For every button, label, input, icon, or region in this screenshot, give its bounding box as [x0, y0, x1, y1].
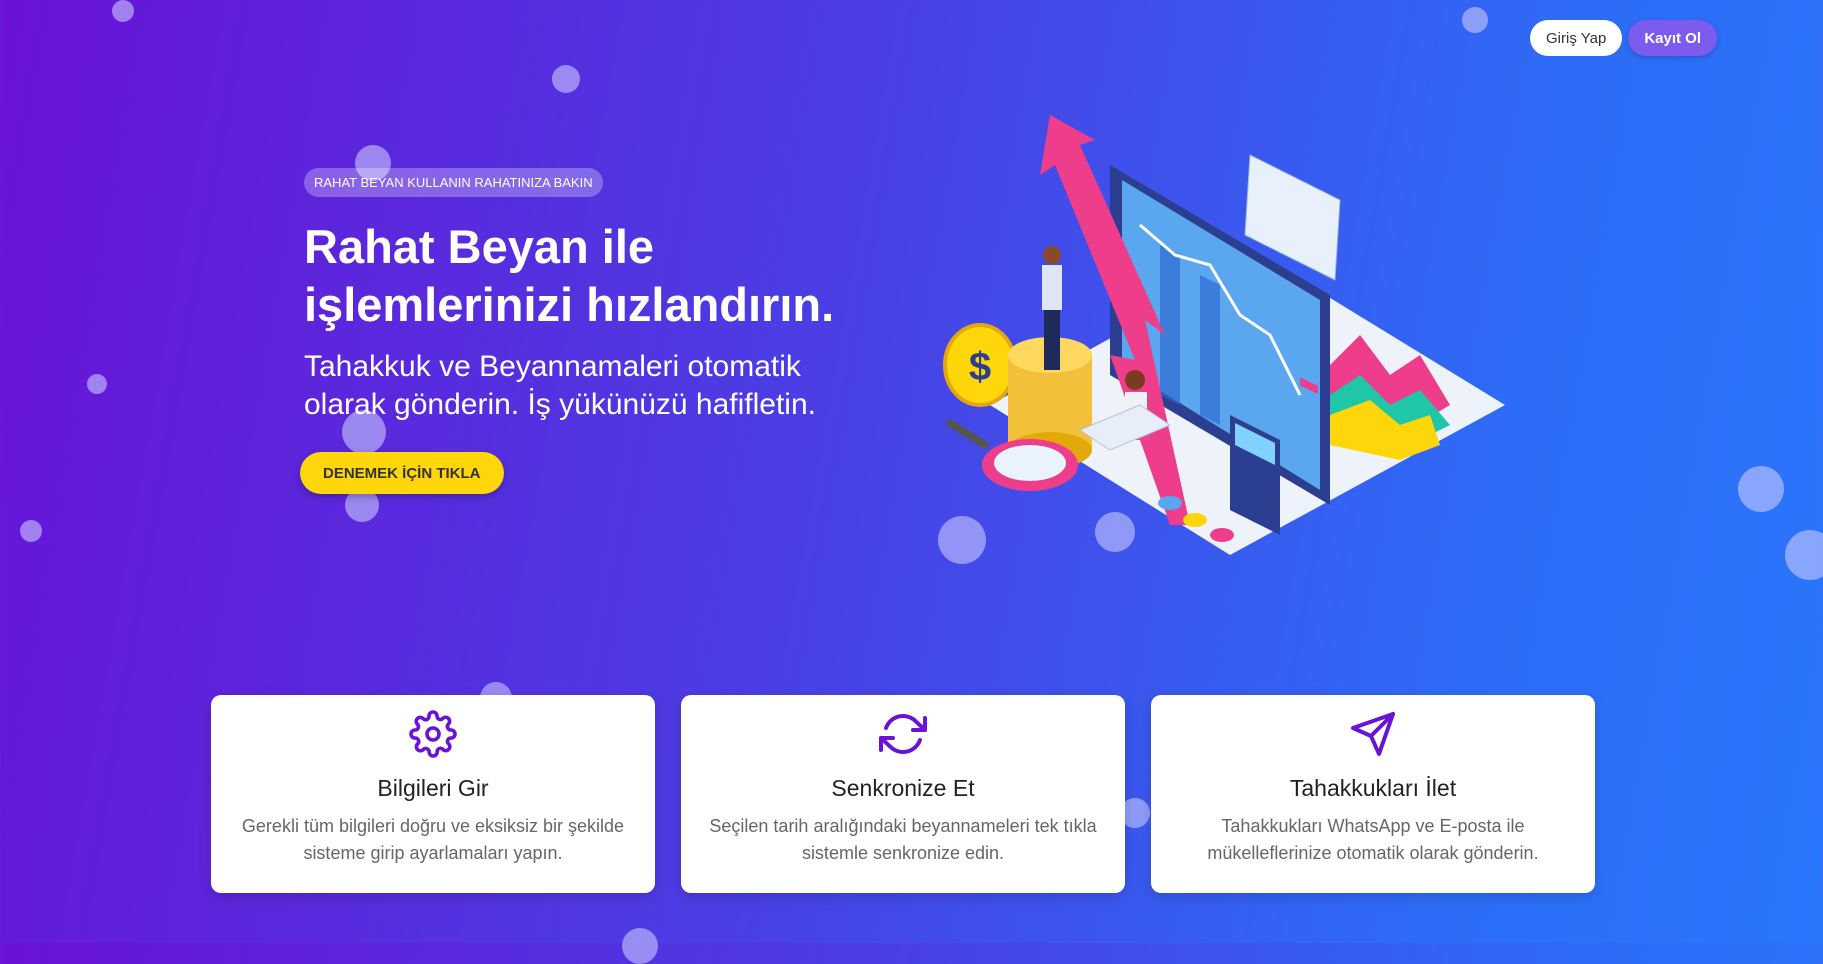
- hero-title-line2: işlemlerinizi hızlandırın.: [304, 278, 835, 331]
- sync-icon: [879, 714, 927, 754]
- bubble: [112, 0, 134, 22]
- hero-title: Rahat Beyan ile işlemlerinizi hızlandırı…: [304, 218, 944, 334]
- login-button[interactable]: Giriş Yap: [1530, 20, 1623, 56]
- hero-badge: RAHAT BEYAN KULLANIN RAHATINIZA BAKIN: [304, 168, 603, 197]
- send-icon: [1351, 712, 1395, 756]
- feature-description: Tahakkukları WhatsApp ve E-posta ile mük…: [1207, 816, 1539, 863]
- feature-title: Bilgileri Gir: [377, 775, 489, 801]
- register-button[interactable]: Kayıt Ol: [1628, 20, 1717, 56]
- feature-card-send: Tahakkukları İlet Tahakkukları WhatsApp …: [1151, 695, 1595, 893]
- bubble: [1738, 466, 1784, 512]
- top-nav: Giriş Yap Kayıt Ol: [1530, 20, 1717, 56]
- bubble: [87, 374, 107, 394]
- bubble: [20, 520, 42, 542]
- bubble: [552, 65, 580, 93]
- bubble: [622, 928, 658, 964]
- feature-title: Tahakkukları İlet: [1289, 775, 1457, 801]
- svg-text:$: $: [969, 345, 991, 389]
- hero-subtitle-line2: olarak gönderin. İş yükünüzü hafifletin.: [304, 388, 816, 421]
- feature-title: Senkronize Et: [831, 775, 975, 801]
- feature-card-sync: Senkronize Et Seçilen tarih aralığındaki…: [681, 695, 1125, 893]
- bubble: [1462, 7, 1488, 33]
- hero-subtitle-line1: Tahakkuk ve Beyannamaleri otomatik: [304, 350, 801, 383]
- hero-subtitle: Tahakkuk ve Beyannamaleri otomatik olara…: [304, 348, 924, 424]
- feature-description: Gerekli tüm bilgileri doğru ve eksiksiz …: [241, 816, 625, 863]
- bubble: [1785, 530, 1823, 580]
- feature-description: Seçilen tarih aralığındaki beyannameleri…: [709, 816, 1097, 863]
- hero-illustration: $: [943, 115, 1505, 555]
- feature-card-enter-info: Bilgileri Gir Gerekli tüm bilgileri doğr…: [211, 695, 655, 893]
- try-it-button[interactable]: DENEMEK İÇİN TIKLA: [300, 452, 504, 494]
- hero-title-line1: Rahat Beyan ile: [304, 220, 655, 273]
- gear-icon: [409, 710, 457, 758]
